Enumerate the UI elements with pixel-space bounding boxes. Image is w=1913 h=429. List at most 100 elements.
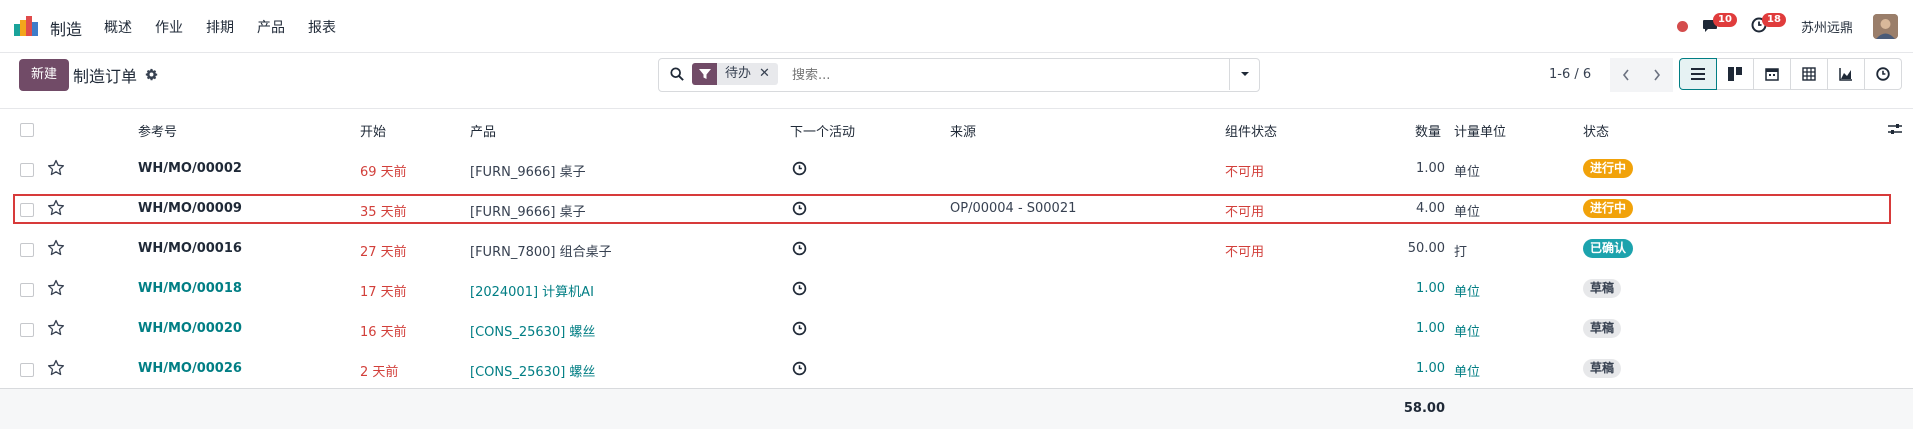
row-checkbox[interactable] <box>20 323 34 337</box>
view-switcher <box>1679 58 1902 90</box>
cell-product: [CONS_25630] 螺丝 <box>470 325 596 340</box>
pager-next-button[interactable] <box>1641 58 1673 92</box>
pivot-view-icon <box>1802 67 1816 81</box>
chevron-right-icon <box>1654 69 1661 81</box>
new-button[interactable]: 新建 <box>19 59 69 91</box>
menu-operations[interactable]: 作业 <box>155 17 183 37</box>
cell-source: OP/00004 - S00021 <box>950 201 1077 216</box>
filter-icon <box>692 63 717 85</box>
table-row[interactable]: WH/MO/00002 69 天前 [FURN_9666] 桌子 不可用 1.0… <box>0 149 1913 190</box>
top-navbar: 制造 概述 作业 排期 产品 报表 10 18 苏州远鼎 <box>0 0 1913 53</box>
search-options-toggle[interactable] <box>1229 58 1260 90</box>
pager-previous-button[interactable] <box>1610 58 1642 92</box>
chevron-left-icon <box>1622 69 1629 81</box>
table-row[interactable]: WH/MO/00016 27 天前 [FURN_7800] 组合桌子 不可用 5… <box>0 229 1913 270</box>
column-quantity[interactable]: 数量 <box>1415 121 1441 140</box>
status-badge: 草稿 <box>1583 319 1622 338</box>
cell-uom: 单位 <box>1454 165 1481 180</box>
cell-start: 17 天前 <box>360 285 407 300</box>
kanban-view-button[interactable] <box>1717 58 1754 90</box>
status-badge: 草稿 <box>1583 279 1622 298</box>
table-row[interactable]: WH/MO/00018 17 天前 [2024001] 计算机AI 1.00 单… <box>0 269 1913 310</box>
activity-view-button[interactable] <box>1865 58 1902 90</box>
column-uom[interactable]: 计量单位 <box>1454 121 1506 140</box>
cell-product: [2024001] 计算机AI <box>470 285 594 300</box>
cell-start: 16 天前 <box>360 325 407 340</box>
star-icon[interactable] <box>47 319 65 337</box>
row-checkbox[interactable] <box>20 203 34 217</box>
graph-view-button[interactable] <box>1828 58 1865 90</box>
column-state[interactable]: 状态 <box>1583 121 1609 140</box>
column-next-activity[interactable]: 下一个活动 <box>790 121 855 140</box>
row-checkbox[interactable] <box>20 363 34 377</box>
clock-icon[interactable] <box>792 201 807 216</box>
cell-uom: 单位 <box>1454 205 1481 220</box>
list-view-icon <box>1691 68 1705 80</box>
clock-icon[interactable] <box>792 321 807 336</box>
cell-component-status: 不可用 <box>1225 165 1265 180</box>
app-name[interactable]: 制造 <box>50 16 82 40</box>
cell-uom: 打 <box>1454 245 1468 260</box>
search-facet: 待办 ✕ <box>692 63 778 85</box>
table-row[interactable]: WH/MO/00020 16 天前 [CONS_25630] 螺丝 1.00 单… <box>0 309 1913 350</box>
clock-icon[interactable] <box>792 241 807 256</box>
menu-overview[interactable]: 概述 <box>104 17 132 37</box>
menu-planning[interactable]: 排期 <box>206 17 234 37</box>
company-switcher[interactable]: 苏州远鼎 <box>1801 17 1853 36</box>
status-badge: 进行中 <box>1583 199 1634 218</box>
table-footer: 58.00 <box>0 388 1913 429</box>
column-start[interactable]: 开始 <box>360 121 386 140</box>
cell-start: 27 天前 <box>360 245 407 260</box>
star-icon[interactable] <box>47 239 65 257</box>
table-header: 参考号 开始 产品 下一个活动 来源 组件状态 数量 计量单位 状态 <box>0 108 1913 150</box>
status-badge: 进行中 <box>1583 159 1634 178</box>
star-icon[interactable] <box>47 359 65 377</box>
menu-products[interactable]: 产品 <box>257 17 285 37</box>
star-icon[interactable] <box>47 159 65 177</box>
menu-reporting[interactable]: 报表 <box>308 17 336 37</box>
status-badge: 草稿 <box>1583 359 1622 378</box>
calendar-view-button[interactable] <box>1754 58 1791 90</box>
column-component-status[interactable]: 组件状态 <box>1225 121 1277 140</box>
cell-uom: 单位 <box>1454 365 1481 380</box>
table-row[interactable]: WH/MO/00026 2 天前 [CONS_25630] 螺丝 1.00 单位… <box>0 349 1913 390</box>
pager-value[interactable]: 1-6 / 6 <box>1549 67 1591 82</box>
cell-start: 2 天前 <box>360 365 399 380</box>
column-reference[interactable]: 参考号 <box>138 121 177 140</box>
pivot-view-button[interactable] <box>1791 58 1828 90</box>
row-checkbox[interactable] <box>20 243 34 257</box>
cell-component-status: 不可用 <box>1225 205 1265 220</box>
kanban-view-icon <box>1728 67 1742 81</box>
search-input[interactable] <box>790 62 1224 88</box>
star-icon[interactable] <box>47 279 65 297</box>
list-view-button[interactable] <box>1679 58 1717 90</box>
clock-icon[interactable] <box>792 361 807 376</box>
select-all-checkbox[interactable] <box>20 123 34 137</box>
cell-quantity: 50.00 <box>1407 241 1445 256</box>
cell-reference: WH/MO/00002 <box>138 161 242 176</box>
user-avatar[interactable] <box>1873 14 1898 39</box>
total-quantity: 58.00 <box>1403 401 1445 416</box>
clock-icon[interactable] <box>792 161 807 176</box>
row-checkbox[interactable] <box>20 163 34 177</box>
adjust-columns-icon[interactable] <box>1887 121 1903 137</box>
page-title: 制造订单 <box>73 67 138 86</box>
messages-badge: 10 <box>1713 13 1737 27</box>
search-icon[interactable] <box>670 67 684 81</box>
cell-reference: WH/MO/00009 <box>138 201 242 216</box>
gear-icon[interactable] <box>145 68 158 81</box>
manufacturing-logo-icon[interactable] <box>14 16 38 36</box>
facet-remove-icon[interactable]: ✕ <box>757 63 778 85</box>
star-icon[interactable] <box>47 199 65 217</box>
table-row[interactable]: WH/MO/00009 35 天前 [FURN_9666] 桌子 OP/0000… <box>0 189 1913 230</box>
cell-reference: WH/MO/00018 <box>138 281 242 296</box>
column-product[interactable]: 产品 <box>470 121 496 140</box>
cell-start: 69 天前 <box>360 165 407 180</box>
column-source[interactable]: 来源 <box>950 121 976 140</box>
status-dot-icon[interactable] <box>1677 21 1688 32</box>
row-checkbox[interactable] <box>20 283 34 297</box>
clock-icon[interactable] <box>792 281 807 296</box>
cell-uom: 单位 <box>1454 325 1481 340</box>
facet-label: 待办 <box>717 63 758 85</box>
cell-product: [CONS_25630] 螺丝 <box>470 365 596 380</box>
